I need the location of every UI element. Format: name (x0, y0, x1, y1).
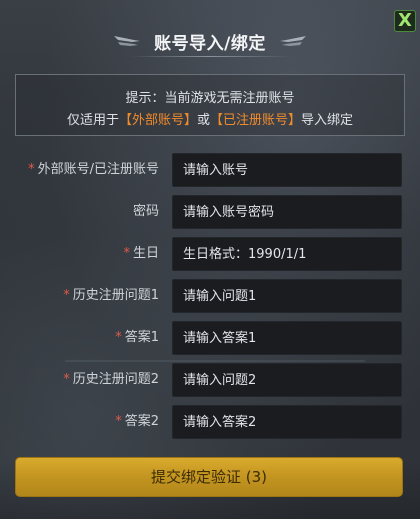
required-mark: * (115, 330, 122, 345)
question2-label-text: 历史注册问题2 (72, 372, 159, 387)
submit-bind-button[interactable]: 提交绑定验证 (3) (15, 457, 403, 497)
question1-label: * 历史注册问题1 (63, 279, 159, 313)
password-label-text: 密码 (132, 204, 159, 219)
answer1-label-text: 答案1 (124, 330, 159, 345)
required-mark: * (115, 414, 122, 429)
form-row-account: * 外部账号/已注册账号 (0, 153, 420, 187)
notice-line-1: 提示：当前游戏无需注册账号 (125, 91, 295, 106)
notice-prefix: 仅适用于 (66, 113, 119, 128)
account-input[interactable] (172, 153, 402, 187)
notice-box: 提示：当前游戏无需注册账号 仅适用于【外部账号】或【已注册账号】导入绑定 (15, 74, 405, 136)
question2-input[interactable] (172, 363, 402, 397)
account-label: * 外部账号/已注册账号 (28, 153, 159, 187)
form-row-answer2: * 答案2 (0, 405, 420, 439)
dialog-header: 账号导入/绑定 (0, 26, 420, 56)
required-mark: * (63, 372, 70, 387)
required-mark: * (123, 246, 130, 261)
form-row-password: 密码 (0, 195, 420, 229)
form-row-answer1: * 答案1 (0, 321, 420, 355)
birthday-label: * 生日 (123, 237, 159, 271)
answer1-label: * 答案1 (115, 321, 159, 355)
wing-left-icon (114, 36, 141, 46)
birthday-label-text: 生日 (132, 246, 159, 261)
notice-line-2: 仅适用于【外部账号】或【已注册账号】导入绑定 (16, 109, 404, 128)
dialog-title: 账号导入/绑定 (154, 33, 266, 54)
form-row-birthday: * 生日 (0, 237, 420, 271)
form-row-question1: * 历史注册问题1 (0, 279, 420, 313)
question1-label-text: 历史注册问题1 (72, 288, 159, 303)
account-bind-dialog: X 账号导入/绑定 提示：当前游戏无需注册账号 仅适用于【外部账号】或【已注册账… (0, 0, 420, 519)
notice-mid: 或 (196, 113, 210, 128)
question1-input[interactable] (172, 279, 402, 313)
required-mark: * (28, 162, 35, 177)
notice-suffix: 导入绑定 (301, 113, 354, 128)
account-label-text: 外部账号/已注册账号 (37, 162, 159, 177)
notice-highlight-external: 【外部账号】 (118, 113, 197, 128)
password-label: 密码 (133, 195, 159, 229)
password-input[interactable] (172, 195, 402, 229)
notice-highlight-registered: 【已注册账号】 (210, 113, 302, 128)
birthday-input[interactable] (172, 237, 402, 271)
answer2-label-text: 答案2 (124, 414, 159, 429)
question2-label: * 历史注册问题2 (63, 363, 159, 397)
title-divider (130, 56, 290, 57)
required-mark: * (63, 288, 70, 303)
form-row-question2: * 历史注册问题2 (0, 363, 420, 397)
answer1-input[interactable] (172, 321, 402, 355)
answer2-input[interactable] (172, 405, 402, 439)
wing-right-icon (279, 36, 306, 46)
answer2-label: * 答案2 (115, 405, 159, 439)
